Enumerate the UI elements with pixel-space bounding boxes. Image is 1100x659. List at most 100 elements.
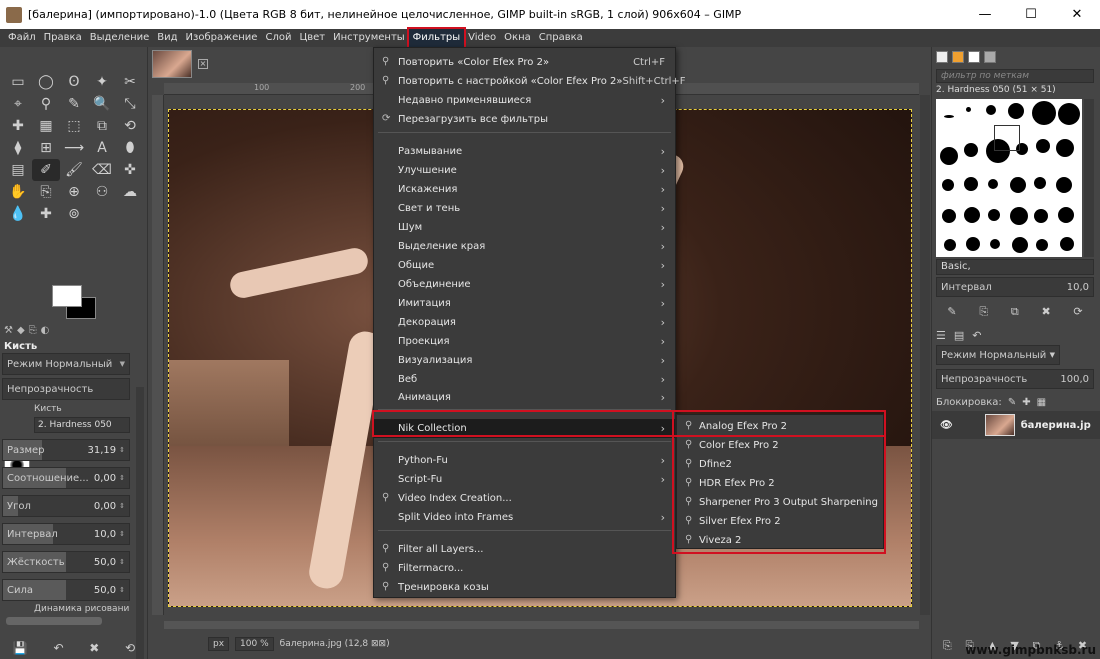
tool-button[interactable]: ▤ bbox=[4, 159, 32, 181]
tool-button[interactable]: ⤡ bbox=[116, 93, 144, 115]
filters-menu-item[interactable]: Недавно применявшиеся › bbox=[374, 91, 675, 110]
brush-thumbnail[interactable] bbox=[1008, 103, 1024, 119]
tool-button[interactable]: ⚲ bbox=[32, 93, 60, 115]
brush-thumbnail[interactable] bbox=[966, 237, 980, 251]
filters-menu-item[interactable]: Анимация › bbox=[374, 388, 675, 407]
filters-menu-item[interactable]: Имитация › bbox=[374, 294, 675, 313]
brush-thumbnail[interactable] bbox=[990, 239, 1000, 249]
brush-grid[interactable] bbox=[936, 99, 1082, 257]
filters-menu-item[interactable]: ⚲ Тренировка козы bbox=[374, 578, 675, 597]
tool-button[interactable]: ⌫ bbox=[88, 159, 116, 181]
tool-button[interactable]: ✜ bbox=[116, 159, 144, 181]
filters-menu-item[interactable]: Свет и тень › bbox=[374, 199, 675, 218]
brush-thumbnail[interactable] bbox=[1060, 237, 1074, 251]
tool-button[interactable]: 🔍 bbox=[88, 93, 116, 115]
brush-thumbnail[interactable] bbox=[964, 207, 980, 223]
filters-menu-item[interactable]: Шум › bbox=[374, 218, 675, 237]
filters-menu-item[interactable]: Декорация › bbox=[374, 313, 675, 332]
filters-menu-item[interactable]: Python-Fu › bbox=[374, 451, 675, 470]
layers-tab-icon[interactable]: ☰ bbox=[936, 329, 946, 342]
tool-button[interactable]: ✚ bbox=[32, 203, 60, 225]
restore-options-icon[interactable]: ↶ bbox=[54, 641, 64, 655]
color-swatches[interactable] bbox=[52, 285, 98, 321]
spin-arrows-icon[interactable]: ⇕ bbox=[119, 530, 125, 538]
brushes-tab-icon[interactable] bbox=[936, 51, 948, 63]
canvas-horizontal-scrollbar[interactable] bbox=[164, 621, 919, 629]
filters-menu-item[interactable]: Split Video into Frames › bbox=[374, 508, 675, 527]
filters-menu-item[interactable]: ⚲ Video Index Creation... bbox=[374, 489, 675, 508]
reset-options-icon[interactable]: ⟲ bbox=[125, 641, 135, 655]
tool-options-scrollbar[interactable] bbox=[136, 387, 144, 659]
fonts-tab-icon[interactable] bbox=[968, 51, 980, 63]
device-status-tab-icon[interactable]: ◆ bbox=[17, 325, 25, 339]
menu-video[interactable]: Video bbox=[464, 29, 500, 47]
close-button[interactable]: ✕ bbox=[1054, 0, 1100, 29]
filters-menu-item[interactable]: Script-Fu › bbox=[374, 470, 675, 489]
nik-menu-item[interactable]: ⚲ Viveza 2 bbox=[677, 531, 883, 550]
brush-thumbnail[interactable] bbox=[1010, 177, 1026, 193]
brush-interval-slider[interactable]: Интервал 10,0 bbox=[936, 277, 1094, 297]
brush-thumbnail[interactable] bbox=[942, 179, 954, 191]
tool-button[interactable]: ✐ bbox=[32, 159, 60, 181]
brush-thumbnail[interactable] bbox=[1034, 209, 1048, 223]
brush-thumbnail[interactable] bbox=[1032, 101, 1056, 125]
tool-button[interactable]: ⚇ bbox=[88, 181, 116, 203]
lock-pixels-icon[interactable]: ✎ bbox=[1008, 397, 1016, 408]
close-image-tab-icon[interactable]: × bbox=[198, 59, 208, 69]
tool-options-tab-icon[interactable]: ⚒ bbox=[4, 325, 13, 339]
dynamics-scroll[interactable] bbox=[6, 617, 102, 625]
tool-button[interactable]: ⟶ bbox=[60, 137, 88, 159]
tool-button[interactable]: ✚ bbox=[4, 115, 32, 137]
menu-windows[interactable]: Окна bbox=[500, 29, 535, 47]
brush-thumbnail[interactable] bbox=[988, 209, 1000, 221]
nik-menu-item[interactable]: ⚲ HDR Efex Pro 2 bbox=[677, 474, 883, 493]
lock-alpha-icon[interactable]: ▦ bbox=[1037, 397, 1046, 408]
brush-thumbnail[interactable] bbox=[1010, 207, 1028, 225]
brush-thumbnail[interactable] bbox=[944, 115, 954, 118]
new-layer-icon[interactable]: ⎘ bbox=[943, 639, 952, 653]
tool-button[interactable]: ⎘ bbox=[32, 181, 60, 203]
menu-help[interactable]: Справка bbox=[535, 29, 587, 47]
filters-menu-item[interactable]: ⚲ Повторить с настройкой «Color Efex Pro … bbox=[374, 72, 686, 91]
opacity-slider[interactable]: Непрозрачность bbox=[2, 378, 130, 400]
filters-menu-item[interactable]: Nik Collection › bbox=[374, 419, 675, 438]
angle-slider[interactable]: Угол 0,00 ⇕ bbox=[2, 495, 130, 517]
spin-arrows-icon[interactable]: ⇕ bbox=[119, 502, 125, 510]
refresh-brushes-icon[interactable]: ⟳ bbox=[1073, 305, 1082, 319]
layer-item[interactable]: 👁 балерина.jp bbox=[932, 411, 1100, 439]
brush-thumbnail[interactable] bbox=[1034, 177, 1046, 189]
nik-menu-item[interactable]: ⚲ Silver Efex Pro 2 bbox=[677, 512, 883, 531]
delete-options-icon[interactable]: ✖ bbox=[89, 641, 99, 655]
tool-button[interactable]: ✎ bbox=[60, 93, 88, 115]
menu-edit[interactable]: Правка bbox=[40, 29, 86, 47]
layer-opacity-slider[interactable]: Непрозрачность 100,0 bbox=[936, 369, 1094, 389]
spacing-slider[interactable]: Интервал 10,0 ⇕ bbox=[2, 523, 130, 545]
spin-arrows-icon[interactable]: ⇕ bbox=[119, 446, 125, 454]
filters-menu-item[interactable]: Общие › bbox=[374, 256, 675, 275]
minimize-button[interactable]: — bbox=[962, 0, 1008, 29]
tool-button[interactable]: ⌖ bbox=[4, 93, 32, 115]
tool-button[interactable]: ◯ bbox=[32, 71, 60, 93]
gradients-tab-icon[interactable] bbox=[984, 51, 996, 63]
brush-thumbnail[interactable] bbox=[1058, 207, 1074, 223]
filters-menu-item[interactable]: ⚲ Filtermacro... bbox=[374, 559, 675, 578]
tool-button[interactable]: ⟲ bbox=[116, 115, 144, 137]
vertical-ruler[interactable] bbox=[152, 95, 164, 615]
images-tab-icon[interactable]: ◐ bbox=[41, 325, 50, 339]
nik-menu-item[interactable]: ⚲ Sharpener Pro 3 Output Sharpening bbox=[677, 493, 883, 512]
tool-button[interactable]: ▭ bbox=[4, 71, 32, 93]
filters-menu-item[interactable]: ⚲ Повторить «Color Efex Pro 2» Ctrl+F bbox=[374, 53, 675, 72]
tool-button[interactable]: ⬚ bbox=[60, 115, 88, 137]
canvas-vertical-scrollbar[interactable] bbox=[920, 95, 930, 615]
brush-set-select[interactable]: Basic, bbox=[936, 259, 1094, 275]
spin-arrows-icon[interactable]: ⇕ bbox=[119, 586, 125, 594]
hardness-slider[interactable]: Жёсткость 50,0 ⇕ bbox=[2, 551, 130, 573]
nik-menu-item[interactable]: ⚲ Dfine2 bbox=[677, 455, 883, 474]
tool-button[interactable]: ✦ bbox=[88, 71, 116, 93]
new-brush-icon[interactable]: ⎘ bbox=[979, 305, 988, 319]
menu-select[interactable]: Выделение bbox=[86, 29, 154, 47]
brush-thumbnail[interactable] bbox=[966, 107, 971, 112]
brush-grid-scrollbar[interactable] bbox=[1084, 99, 1094, 257]
duplicate-brush-icon[interactable]: ⧉ bbox=[1011, 305, 1019, 319]
unit-select[interactable]: px bbox=[208, 637, 230, 651]
